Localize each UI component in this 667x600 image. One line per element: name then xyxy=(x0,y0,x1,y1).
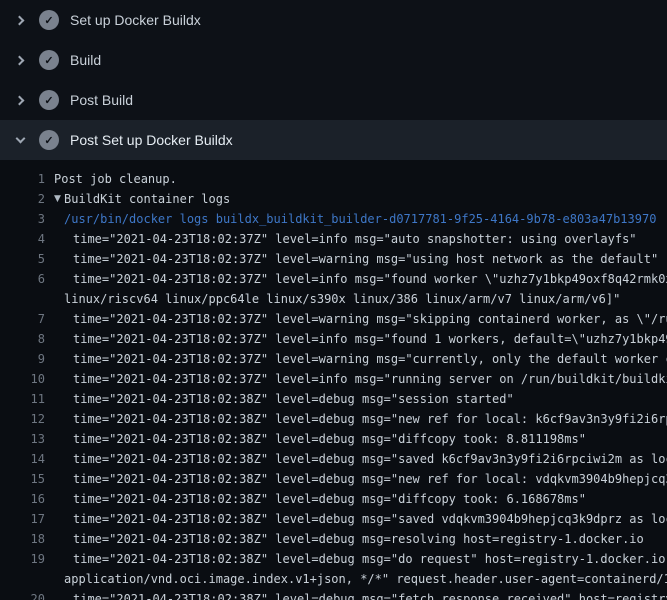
log-line-text: time="2021-04-23T18:02:38Z" level=debug … xyxy=(73,529,644,549)
chevron-down-icon[interactable] xyxy=(13,138,27,142)
log-line: 10 time="2021-04-23T18:02:37Z" level=inf… xyxy=(0,369,667,389)
log-line-text: time="2021-04-23T18:02:38Z" level=debug … xyxy=(73,549,667,569)
log-line-number[interactable]: 11 xyxy=(0,389,45,409)
log-line: 4 time="2021-04-23T18:02:37Z" level=info… xyxy=(0,229,667,249)
log-line: 1 Post job cleanup. xyxy=(0,169,667,189)
step-row-post-set-up-docker-buildx[interactable]: ✓ Post Set up Docker Buildx xyxy=(0,120,667,160)
log-line-number[interactable]: 16 xyxy=(0,489,45,509)
log-line-text: time="2021-04-23T18:02:38Z" level=debug … xyxy=(73,509,667,529)
log-line: 7 time="2021-04-23T18:02:37Z" level=warn… xyxy=(0,309,667,329)
log-line: 6 time="2021-04-23T18:02:37Z" level=info… xyxy=(0,269,667,289)
log-output: 1 Post job cleanup. 2 ▼BuildKit containe… xyxy=(0,160,667,600)
log-line-text: time="2021-04-23T18:02:38Z" level=debug … xyxy=(73,389,514,409)
step-list: ✓ Set up Docker Buildx ✓ Build ✓ Post Bu… xyxy=(0,0,667,160)
log-line: 12 time="2021-04-23T18:02:38Z" level=deb… xyxy=(0,409,667,429)
log-line: 5 time="2021-04-23T18:02:37Z" level=warn… xyxy=(0,249,667,269)
log-line-text: linux/riscv64 linux/ppc64le linux/s390x … xyxy=(64,289,620,309)
log-line-text: time="2021-04-23T18:02:37Z" level=info m… xyxy=(73,329,667,349)
step-label: Post Build xyxy=(70,92,133,108)
log-line-number[interactable]: 15 xyxy=(0,469,45,489)
log-line-text: time="2021-04-23T18:02:38Z" level=debug … xyxy=(73,469,667,489)
step-row-set-up-docker-buildx[interactable]: ✓ Set up Docker Buildx xyxy=(0,0,667,40)
log-line: 15 time="2021-04-23T18:02:38Z" level=deb… xyxy=(0,469,667,489)
log-line: 2 ▼BuildKit container logs xyxy=(0,189,667,209)
log-line: 18 time="2021-04-23T18:02:38Z" level=deb… xyxy=(0,529,667,549)
check-circle-icon: ✓ xyxy=(39,10,59,30)
step-label: Build xyxy=(70,52,101,68)
actions-log-viewer: ✓ Set up Docker Buildx ✓ Build ✓ Post Bu… xyxy=(0,0,667,600)
log-line-number[interactable]: 8 xyxy=(0,329,45,349)
log-line: 13 time="2021-04-23T18:02:38Z" level=deb… xyxy=(0,429,667,449)
log-line-number[interactable]: 4 xyxy=(0,229,45,249)
log-line-number[interactable]: 9 xyxy=(0,349,45,369)
log-line-text: time="2021-04-23T18:02:37Z" level=warnin… xyxy=(73,349,667,369)
log-line-number[interactable]: 2 xyxy=(0,189,45,209)
log-line: 11 time="2021-04-23T18:02:38Z" level=deb… xyxy=(0,389,667,409)
log-line-text: time="2021-04-23T18:02:38Z" level=debug … xyxy=(73,589,667,600)
log-line-number[interactable]: 19 xyxy=(0,549,45,569)
log-line: 9 time="2021-04-23T18:02:37Z" level=warn… xyxy=(0,349,667,369)
log-line-number[interactable]: 18 xyxy=(0,529,45,549)
log-line: application/vnd.oci.image.index.v1+json,… xyxy=(0,569,667,589)
log-line-number[interactable]: 5 xyxy=(0,249,45,269)
log-line-text: time="2021-04-23T18:02:37Z" level=info m… xyxy=(73,229,637,249)
step-row-build[interactable]: ✓ Build xyxy=(0,40,667,80)
step-label: Set up Docker Buildx xyxy=(70,12,201,28)
log-line: 14 time="2021-04-23T18:02:38Z" level=deb… xyxy=(0,449,667,469)
log-line-number[interactable]: 3 xyxy=(0,209,45,229)
triangle-down-icon[interactable]: ▼ xyxy=(54,189,64,209)
step-row-post-build[interactable]: ✓ Post Build xyxy=(0,80,667,120)
log-line: 3 /usr/bin/docker logs buildx_buildkit_b… xyxy=(0,209,667,229)
log-line-text: time="2021-04-23T18:02:37Z" level=warnin… xyxy=(73,249,658,269)
log-line-text: /usr/bin/docker logs buildx_buildkit_bui… xyxy=(64,209,656,229)
log-line: linux/riscv64 linux/ppc64le linux/s390x … xyxy=(0,289,667,309)
log-line-number[interactable]: 10 xyxy=(0,369,45,389)
log-line-number[interactable] xyxy=(0,289,45,309)
log-line-text: time="2021-04-23T18:02:38Z" level=debug … xyxy=(73,409,667,429)
log-line: 20 time="2021-04-23T18:02:38Z" level=deb… xyxy=(0,589,667,600)
log-line-text: time="2021-04-23T18:02:37Z" level=info m… xyxy=(73,269,667,289)
log-line: 8 time="2021-04-23T18:02:37Z" level=info… xyxy=(0,329,667,349)
log-line-text: BuildKit container logs xyxy=(64,189,230,209)
log-line-text: time="2021-04-23T18:02:38Z" level=debug … xyxy=(73,489,586,509)
log-line-number[interactable]: 17 xyxy=(0,509,45,529)
log-line-number[interactable]: 12 xyxy=(0,409,45,429)
chevron-right-icon[interactable] xyxy=(13,97,27,104)
log-line-number[interactable] xyxy=(0,569,45,589)
check-circle-icon: ✓ xyxy=(39,90,59,110)
log-line-number[interactable]: 14 xyxy=(0,449,45,469)
log-line-number[interactable]: 6 xyxy=(0,269,45,289)
log-line: 19 time="2021-04-23T18:02:38Z" level=deb… xyxy=(0,549,667,569)
log-line-number[interactable]: 13 xyxy=(0,429,45,449)
log-line-text: Post job cleanup. xyxy=(54,169,177,189)
check-circle-icon: ✓ xyxy=(39,130,59,150)
log-line-text: time="2021-04-23T18:02:38Z" level=debug … xyxy=(73,449,667,469)
log-line-text: time="2021-04-23T18:02:38Z" level=debug … xyxy=(73,429,586,449)
check-circle-icon: ✓ xyxy=(39,50,59,70)
log-line-text: time="2021-04-23T18:02:37Z" level=warnin… xyxy=(73,309,667,329)
log-line-text: time="2021-04-23T18:02:37Z" level=info m… xyxy=(73,369,667,389)
step-label: Post Set up Docker Buildx xyxy=(70,132,233,148)
log-line: 17 time="2021-04-23T18:02:38Z" level=deb… xyxy=(0,509,667,529)
log-line-number[interactable]: 1 xyxy=(0,169,45,189)
chevron-right-icon[interactable] xyxy=(13,57,27,64)
log-line-number[interactable]: 20 xyxy=(0,589,45,600)
log-line: 16 time="2021-04-23T18:02:38Z" level=deb… xyxy=(0,489,667,509)
chevron-right-icon[interactable] xyxy=(13,17,27,24)
log-line-text: application/vnd.oci.image.index.v1+json,… xyxy=(64,569,667,589)
log-line-number[interactable]: 7 xyxy=(0,309,45,329)
